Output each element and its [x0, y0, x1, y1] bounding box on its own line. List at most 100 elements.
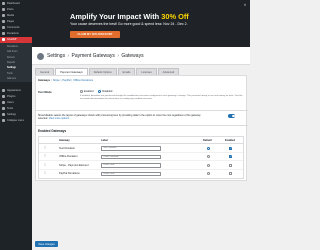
- gateway-enabled-checkbox[interactable]: [229, 155, 233, 159]
- default-gateway-radio[interactable]: [207, 155, 210, 159]
- gateway-row: ⠿ PayPal Donations: [39, 170, 243, 179]
- plug-icon: [2, 95, 5, 99]
- sidebar-item-label: Posts: [7, 7, 14, 11]
- gateway-enabled-checkbox[interactable]: [229, 146, 233, 150]
- default-gateway-radio[interactable]: [207, 172, 210, 176]
- breadcrumb-settings[interactable]: Settings: [47, 53, 65, 59]
- sidebar-item-label: Tools: [7, 107, 14, 111]
- tab-item[interactable]: General: [35, 68, 55, 75]
- settings-header: Settings › Payment Gateways › Gateways: [32, 47, 250, 65]
- comment-icon: [2, 25, 5, 29]
- tab-item[interactable]: Payment Gateways: [55, 68, 88, 75]
- col-default: Default: [203, 139, 212, 142]
- sidebar-item-label: Media: [7, 13, 15, 17]
- gateway-name: Offline Donation: [59, 155, 78, 159]
- sidebar-item-label: GiveWP: [7, 38, 17, 42]
- view-more-options-link[interactable]: View more options: [49, 117, 70, 120]
- test-mode-enabled-option[interactable]: Enabled: [80, 90, 94, 93]
- sidebar-item-label: Dashboard: [7, 1, 20, 5]
- default-gateway-radio[interactable]: [207, 146, 210, 150]
- submenu-item-label: Add-ons: [7, 77, 16, 81]
- sidebar-item-label: Collapse menu: [7, 119, 25, 123]
- submenu-item-label: Reports: [7, 61, 16, 65]
- drag-handle-icon[interactable]: ⠿: [44, 172, 47, 175]
- radio-enabled[interactable]: [80, 90, 83, 93]
- submenu-item-label: Donors: [7, 55, 15, 59]
- claim-discount-button[interactable]: CLAIM MY 30% DISCOUNT: [70, 31, 120, 38]
- gateway-enabled-checkbox[interactable]: [229, 163, 232, 167]
- subnav-gateways[interactable]: Gateways: [38, 79, 50, 82]
- submenu-item-label: Tools: [7, 71, 13, 75]
- givewp-submenu: Donations Add Form Donors Reports Settings To…: [0, 42, 32, 83]
- default-gateway-radio[interactable]: [207, 163, 210, 167]
- breadcrumb-gateways: Gateways: [121, 53, 144, 59]
- media-icon: [2, 13, 5, 17]
- sidebar-item-label: Pages: [7, 19, 15, 23]
- submenu-item[interactable]: Add-ons: [0, 76, 32, 81]
- tab-item[interactable]: Advanced: [157, 68, 180, 75]
- sidebar-item-label: Users: [7, 101, 14, 105]
- settings-icon: [2, 113, 5, 117]
- gateway-label-input[interactable]: [101, 146, 161, 151]
- submenu-item-label: Donations: [7, 44, 18, 48]
- save-changes-button[interactable]: Save changes: [35, 241, 58, 247]
- wrench-icon: [2, 107, 5, 111]
- gateway-name: Stripe - Payment Element: [59, 163, 89, 167]
- tab-item[interactable]: Default Options: [88, 68, 117, 75]
- enabled-gateways-title: Enabled Gateways: [38, 129, 67, 133]
- test-mode-options: Enabled Disabled: [80, 90, 116, 93]
- subnav-offline-donations[interactable]: Offline Donations: [73, 79, 93, 82]
- gateway-label-input[interactable]: [101, 154, 161, 159]
- close-icon[interactable]: ✕: [243, 3, 247, 7]
- gateways-table: Gateway Label Default Enabled ⠿ Test Dona…: [38, 136, 244, 179]
- dashboard-icon: [2, 1, 5, 5]
- test-mode-disabled-option[interactable]: Disabled: [98, 90, 112, 93]
- subnav-paypal[interactable]: PayPal: [62, 79, 70, 82]
- give-logo-icon: [37, 53, 44, 60]
- test-mode-label: Test Mode: [38, 90, 52, 94]
- submenu-item-label: Settings: [7, 66, 17, 70]
- settings-panel: Gateways|Stripe|PayPal|Offline Donations…: [35, 75, 248, 181]
- divider: [36, 110, 248, 111]
- sidebar-item-label: Appearance: [7, 88, 21, 92]
- collapse-icon: [2, 119, 5, 123]
- col-gateway: Gateway: [59, 139, 70, 142]
- drag-handle-icon[interactable]: ⠿: [44, 146, 47, 150]
- admin-sidebar: Dashboard Posts Media Pages Comments Donation…: [0, 0, 32, 250]
- promo-title: Amplify Your Impact With 30% Off: [70, 12, 189, 21]
- page-icon: [2, 19, 5, 23]
- tab-item[interactable]: Licenses: [136, 68, 157, 75]
- gateways-table-header: Gateway Label Default Enabled: [39, 137, 243, 144]
- sidebar-item-label: Comments: [7, 25, 20, 29]
- breadcrumb-payment-gateways[interactable]: Payment Gateways: [72, 53, 115, 59]
- drag-handle-icon[interactable]: ⠿: [44, 155, 47, 158]
- sidebar-item-label: Settings: [7, 113, 17, 117]
- gateway-row: ⠿ Offline Donation: [39, 153, 243, 161]
- gateway-name: PayPal Donations: [59, 172, 80, 176]
- test-mode-description: If enabled, donations are processed thro…: [80, 95, 243, 100]
- gateway-row: ⠿ Stripe - Payment Element: [39, 161, 243, 170]
- sidebar-item[interactable]: Collapse menu: [0, 118, 32, 124]
- gateway-dropdown-toggle[interactable]: [228, 114, 235, 118]
- drag-handle-icon[interactable]: ⠿: [44, 163, 47, 167]
- heart-icon: [2, 32, 5, 36]
- promo-highlight: 30% Off: [161, 12, 189, 21]
- divider: [36, 125, 248, 126]
- radio-disabled[interactable]: [98, 90, 102, 93]
- gateway-enabled-checkbox[interactable]: [229, 172, 232, 176]
- pin-icon: [2, 7, 5, 11]
- promo-subtitle: Your cause deserves the best! Go more go…: [70, 22, 188, 26]
- gateway-row: ⠿ Test Donation: [39, 144, 243, 153]
- user-icon: [2, 101, 5, 105]
- gateway-label-input[interactable]: [101, 163, 161, 168]
- tab-item[interactable]: Emails: [117, 68, 136, 75]
- submenu-item-label: Add Form: [7, 50, 18, 54]
- col-enabled: Enabled: [225, 139, 236, 142]
- gateway-name: Test Donation: [59, 146, 75, 150]
- sidebar-item-label: Plugins: [7, 95, 16, 99]
- col-label: Label: [101, 139, 108, 142]
- gateway-label-input[interactable]: [101, 171, 161, 176]
- gateway-dropdown-note: Show/disable selects the layout of gatew…: [38, 114, 201, 121]
- breadcrumb: Settings › Payment Gateways › Gateways: [47, 53, 144, 59]
- subnav-stripe[interactable]: Stripe: [53, 79, 60, 82]
